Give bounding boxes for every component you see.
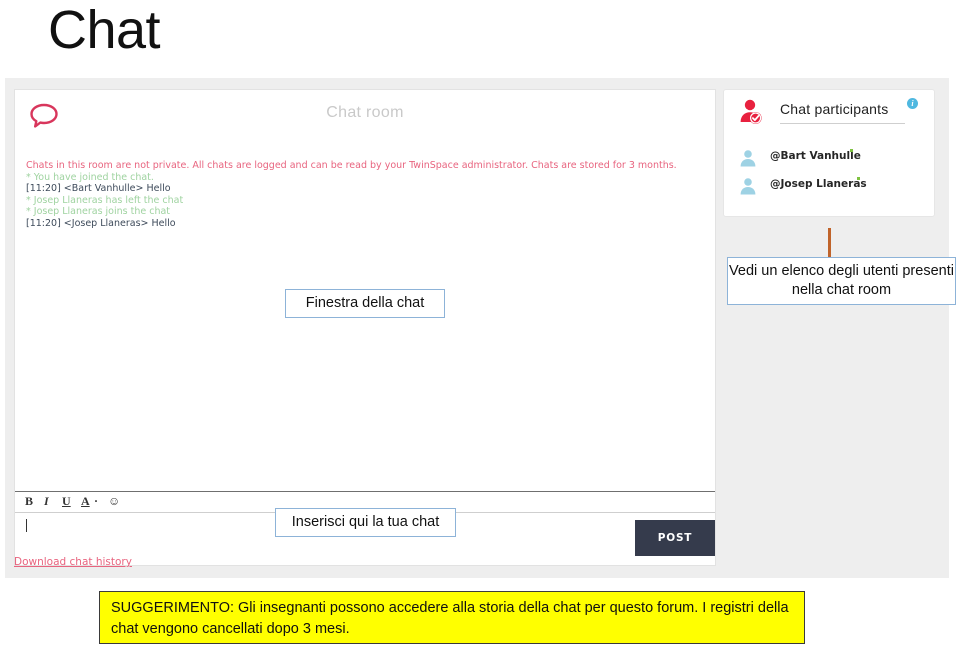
download-chat-history-link[interactable]: Download chat history: [14, 556, 132, 568]
chat-log-line: * You have joined the chat.: [26, 171, 154, 183]
chat-log-line: [11:20] <Josep Llaneras> Hello: [26, 217, 176, 229]
tip-box: SUGGERIMENTO: Gli insegnanti possono acc…: [99, 591, 805, 644]
chat-room-card: Chat room Chats in this room are not pri…: [14, 89, 716, 566]
participant-name: @Josep Llaneras: [770, 178, 867, 190]
text-caret: [26, 519, 27, 532]
user-icon: [738, 176, 758, 196]
status-badge: [857, 177, 860, 180]
user-icon: [738, 148, 758, 168]
participants-title-underline: [780, 123, 905, 124]
screenshot-panel: Chat room Chats in this room are not pri…: [5, 78, 949, 578]
page-title: Chat: [48, 0, 161, 60]
text-color-icon[interactable]: A: [81, 494, 90, 509]
chat-log-line: * Josep Llaneras joins the chat: [26, 206, 171, 218]
chat-room-title: Chat room: [326, 104, 404, 121]
callout-connector-line: [828, 228, 831, 258]
italic-icon[interactable]: I: [44, 494, 49, 509]
info-icon[interactable]: i: [907, 98, 918, 109]
chat-log-line: * Josep Llaneras has left the chat: [26, 194, 184, 206]
callout-users-list: Vedi un elenco degli utenti presenti nel…: [727, 257, 956, 305]
user-check-icon: [736, 97, 766, 127]
participant-name: @Bart Vanhulle: [770, 150, 861, 162]
status-badge: [850, 149, 853, 152]
underline-icon[interactable]: U: [62, 494, 71, 509]
chat-log-line: Chats in this room are not private. All …: [26, 160, 677, 171]
bold-icon[interactable]: B: [25, 494, 33, 509]
participants-header: Chat participants i: [724, 90, 934, 134]
emoji-icon[interactable]: ☺: [108, 494, 120, 509]
callout-chat-window: Finestra della chat: [285, 289, 445, 318]
post-button[interactable]: POST: [635, 520, 715, 556]
chevron-down-icon[interactable]: ·: [94, 494, 98, 509]
chat-log: Chats in this room are not private. All …: [26, 160, 698, 230]
participants-title: Chat participants: [780, 101, 889, 117]
chat-log-line: [11:20] <Bart Vanhulle> Hello: [26, 183, 171, 195]
chat-room-header: Chat room: [15, 90, 715, 138]
callout-insert-chat: Inserisci qui la tua chat: [275, 508, 456, 537]
list-item[interactable]: @Josep Llaneras: [724, 174, 934, 200]
list-item[interactable]: @Bart Vanhulle: [724, 146, 934, 172]
chat-participants-card: Chat participants i @Bart Vanhulle @Jose…: [723, 89, 935, 217]
